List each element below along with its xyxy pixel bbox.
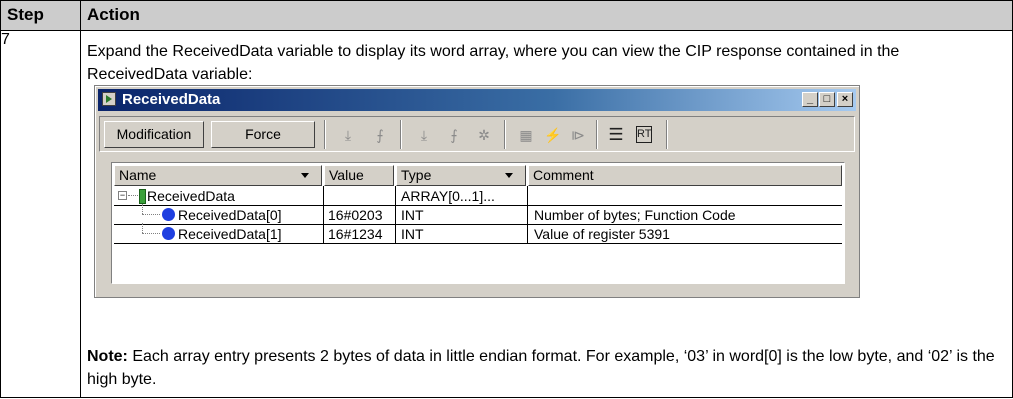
- set-rising-icon[interactable]: ⤓: [340, 126, 356, 144]
- table-icon[interactable]: ▦: [518, 126, 534, 144]
- chevron-down-icon[interactable]: [505, 173, 513, 178]
- column-type-label: Type: [401, 167, 432, 183]
- row-value[interactable]: 16#1234: [328, 225, 383, 243]
- modification-button[interactable]: Modification: [104, 121, 204, 148]
- tree-connector: [142, 214, 160, 215]
- tree-connector: [128, 195, 138, 196]
- table-row[interactable]: ReceivedData[1] 16#1234 INT Value of reg…: [114, 223, 842, 244]
- rising-edge-icon[interactable]: ⤓: [416, 126, 432, 144]
- row-name: ReceivedData: [147, 188, 235, 204]
- restore-icon[interactable]: [102, 92, 116, 106]
- set-falling-icon[interactable]: ⨍: [372, 126, 388, 144]
- toolbar-separator: [400, 120, 402, 149]
- header-step: Step: [0, 0, 81, 31]
- toolbar-separator: [596, 120, 598, 149]
- tree-connector: [142, 204, 143, 214]
- close-button[interactable]: ×: [837, 92, 853, 107]
- column-value-header[interactable]: Value: [324, 165, 394, 186]
- header-action: Action: [80, 0, 1013, 31]
- window-title: ReceivedData: [122, 91, 221, 108]
- tree-connector: [142, 233, 160, 234]
- minimize-button[interactable]: _: [802, 92, 818, 107]
- row-comment: Number of bytes; Function Code: [534, 207, 736, 223]
- row-type: ARRAY[0...1]...: [401, 188, 495, 204]
- element-icon: [162, 227, 175, 240]
- note-label: Note:: [87, 348, 128, 365]
- row-comment: Value of register 5391: [534, 226, 670, 242]
- window-titlebar[interactable]: ReceivedData _ □ ×: [98, 89, 856, 111]
- force-icon[interactable]: ✲: [476, 126, 492, 144]
- structure-icon: [139, 189, 146, 204]
- falling-edge-icon[interactable]: ⨍: [446, 126, 462, 144]
- row-type: INT: [401, 226, 424, 242]
- table-row[interactable]: ReceivedData[0] 16#0203 INT Number of by…: [114, 204, 842, 225]
- note-paragraph: Note: Each array entry presents 2 bytes …: [87, 345, 1002, 391]
- maximize-button[interactable]: □: [819, 92, 835, 107]
- lightning-icon[interactable]: ⚡: [544, 126, 561, 144]
- row-name: ReceivedData[1]: [178, 226, 282, 242]
- column-name-label: Name: [119, 167, 157, 183]
- column-divider: [527, 186, 528, 243]
- toolbar-separator: [324, 120, 326, 149]
- display-format-icon[interactable]: ☰: [608, 126, 624, 144]
- tree-connector: [142, 223, 143, 233]
- column-divider: [395, 186, 396, 243]
- force-button[interactable]: Force: [211, 121, 315, 148]
- collapse-icon[interactable]: −: [118, 191, 127, 200]
- table-row[interactable]: − ReceivedData ARRAY[0...1]...: [114, 187, 842, 206]
- step-icon[interactable]: ⧐: [570, 126, 586, 144]
- row-type: INT: [401, 207, 424, 223]
- column-comment-header[interactable]: Comment: [528, 165, 842, 186]
- table-header-row: Step Action: [0, 0, 1013, 31]
- received-data-window: ReceivedData _ □ × Modification Force ⤓ …: [94, 85, 860, 298]
- toolbar-separator: [504, 120, 506, 149]
- toolbar-separator: [666, 120, 668, 149]
- step-number: 7: [0, 30, 81, 398]
- column-type-header[interactable]: Type: [396, 165, 526, 186]
- chevron-down-icon[interactable]: [301, 173, 309, 178]
- row-name: ReceivedData[0]: [178, 207, 282, 223]
- variable-grid: Name Value Type Comment − ReceivedData A…: [111, 162, 845, 284]
- ascii-icon[interactable]: RT: [636, 126, 652, 143]
- action-description: Expand the ReceivedData variable to disp…: [87, 43, 900, 83]
- column-divider: [323, 186, 324, 243]
- note-text: Each array entry presents 2 bytes of dat…: [87, 348, 995, 388]
- row-value[interactable]: 16#0203: [328, 206, 383, 224]
- window-toolbar: Modification Force ⤓ ⨍ ⤓ ⨍ ✲ ▦ ⚡ ⧐ ☰ RT: [99, 116, 855, 152]
- element-icon: [162, 208, 175, 221]
- column-name-header[interactable]: Name: [114, 165, 322, 186]
